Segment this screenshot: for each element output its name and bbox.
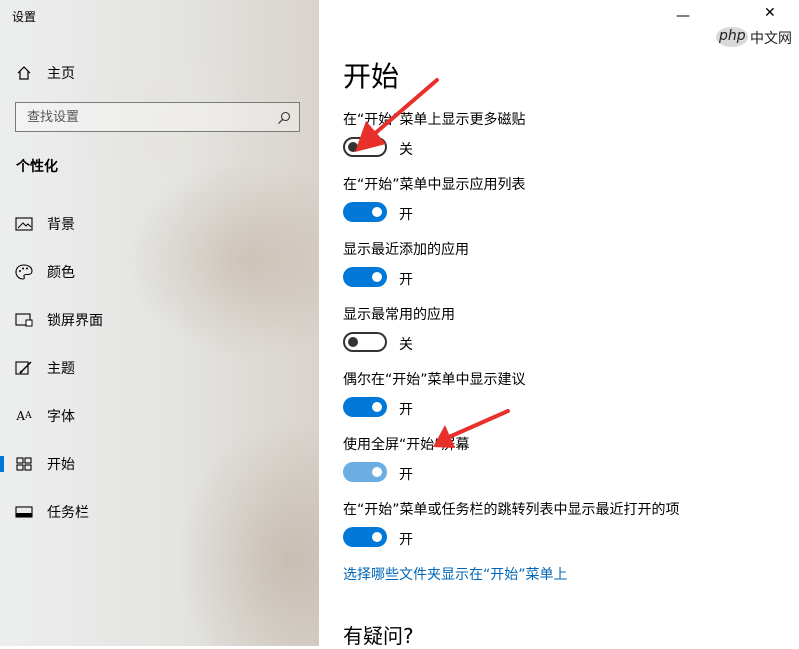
theme-icon [15,360,33,376]
setting-label: 显示最近添加的应用 [343,242,469,258]
font-icon: AA [16,409,32,423]
toggle-app-list[interactable] [343,202,387,222]
toggle-fullscreen-start[interactable] [343,462,387,482]
watermark-text-php: php [719,28,746,44]
toggle-state: 关 [399,142,413,158]
toggle-state: 关 [399,337,413,353]
setting-label: 在“开始”菜单或任务栏的跳转列表中显示最近打开的项 [343,502,680,518]
sidebar-item-taskbar[interactable]: 任务栏 [0,501,319,523]
choose-folders-link[interactable]: 选择哪些文件夹显示在“开始”菜单上 [343,564,568,584]
window-title: 设置 [12,10,37,24]
sidebar-item-lock-screen[interactable]: 锁屏界面 [0,309,319,331]
sidebar-item-label: 锁屏界面 [47,313,103,329]
sidebar-item-label: 主页 [47,66,75,82]
sidebar: 设置 主页 个性化 背景 颜色 锁屏界面 主题 [0,0,319,646]
home-icon [16,65,32,81]
toggle-knob [372,402,382,412]
setting-label: 在“开始”菜单上显示更多磁贴 [343,112,526,128]
toggle-state: 开 [399,467,413,483]
questions-heading: 有疑问? [343,624,414,648]
toggle-suggestions[interactable] [343,397,387,417]
section-title: 个性化 [16,159,58,175]
toggle-knob [372,207,382,217]
search-box[interactable] [15,102,300,132]
toggle-state: 开 [399,272,413,288]
toggle-recently-added[interactable] [343,267,387,287]
sidebar-item-colors[interactable]: 颜色 [0,261,319,283]
palette-icon [15,264,33,280]
toggle-most-used[interactable] [343,332,387,352]
sidebar-item-label: 主题 [47,361,75,377]
picture-icon [15,216,33,232]
setting-label: 在“开始”菜单中显示应用列表 [343,177,526,193]
setting-label: 偶尔在“开始”菜单中显示建议 [343,372,526,388]
sidebar-item-fonts[interactable]: AA 字体 [0,405,319,427]
sidebar-item-label: 背景 [47,217,75,233]
sidebar-item-start[interactable]: 开始 [0,453,319,475]
search-input[interactable] [17,104,287,130]
minimize-button[interactable]: — [676,8,690,24]
sidebar-item-home[interactable]: 主页 [16,63,75,83]
watermark-text-cn: 中文网 [750,31,792,47]
toggle-knob [372,467,382,477]
toggle-state: 开 [399,532,413,548]
toggle-state: 开 [399,402,413,418]
page-title: 开始 [343,60,400,93]
setting-label: 显示最常用的应用 [343,307,455,323]
sidebar-item-label: 字体 [47,409,75,425]
sidebar-item-label: 开始 [47,457,75,473]
lock-screen-icon [15,312,33,328]
toggle-knob [348,142,358,152]
toggle-knob [372,532,382,542]
sidebar-item-label: 任务栏 [47,505,89,521]
setting-label: 使用全屏“开始”屏幕 [343,437,470,453]
close-button[interactable]: ✕ [764,5,776,21]
toggle-knob [348,337,358,347]
sidebar-item-themes[interactable]: 主题 [0,357,319,379]
toggle-more-tiles[interactable] [343,137,387,157]
sidebar-item-label: 颜色 [47,265,75,281]
watermark: php 中文网 [716,26,799,48]
sidebar-item-background[interactable]: 背景 [0,213,319,235]
start-icon [15,456,33,472]
search-icon[interactable] [277,110,291,124]
toggle-knob [372,272,382,282]
toggle-state: 开 [399,207,413,223]
taskbar-icon [15,504,33,520]
toggle-jump-lists[interactable] [343,527,387,547]
